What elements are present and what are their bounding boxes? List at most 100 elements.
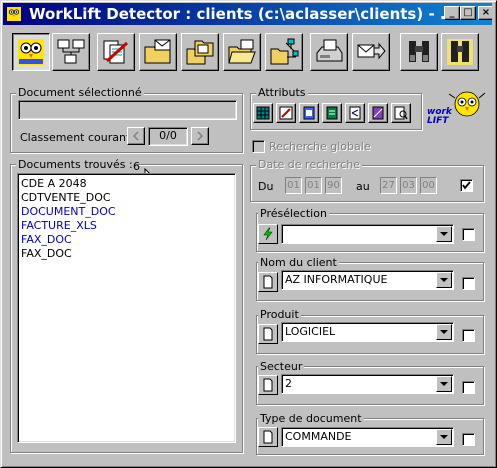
minimize-button[interactable]: _ — [444, 6, 460, 20]
product-checkbox[interactable] — [462, 329, 475, 342]
sector-checkbox[interactable] — [462, 381, 475, 394]
attribute-button[interactable] — [391, 103, 411, 123]
binoculars-icon — [409, 41, 429, 62]
owl-app-icon — [7, 7, 21, 21]
previous-button[interactable] — [127, 127, 145, 145]
attribute-button[interactable] — [253, 103, 273, 123]
found-documents-label: Documents trouvés : — [16, 158, 135, 171]
product-dropdown-button[interactable] — [436, 324, 452, 340]
classement-label: Classement courant : — [20, 131, 138, 144]
sector-doc-button[interactable] — [258, 375, 278, 395]
product-doc-button[interactable] — [258, 324, 278, 344]
document-list-item[interactable]: CDTVENTE_DOC — [21, 191, 111, 205]
chevron-down-icon — [440, 435, 448, 439]
doc-type-select[interactable]: COMMANDE — [281, 427, 454, 447]
date-from-year[interactable]: 90 — [325, 177, 342, 194]
client-name-value: AZ INFORMATIQUE — [285, 273, 388, 286]
folder-open-button[interactable] — [223, 33, 261, 71]
lightning-icon — [263, 227, 273, 241]
document-list-item[interactable]: FAX_DOC — [21, 247, 72, 261]
product-value: LOGICIEL — [285, 325, 336, 338]
document-list-item[interactable]: FACTURE_XLS — [21, 219, 97, 233]
fax-icon — [316, 39, 343, 62]
document-list-item[interactable]: FAX_DOC — [21, 233, 72, 247]
network-button[interactable] — [52, 33, 90, 71]
chevron-down-icon — [440, 278, 448, 282]
maximize-button[interactable]: □ — [460, 6, 476, 20]
worklift-brand-text: work LIFT — [427, 107, 452, 126]
folders-icon — [186, 40, 214, 65]
date-search-label: Date de recherche — [256, 158, 362, 171]
close-button[interactable]: × — [478, 6, 492, 20]
binoculars-all-icon — [447, 39, 473, 65]
sector-dropdown-button[interactable] — [436, 376, 452, 392]
document-icon — [263, 378, 273, 392]
next-button[interactable] — [191, 127, 209, 145]
chevron-down-icon — [440, 382, 448, 386]
date-to-day[interactable]: 27 — [380, 177, 397, 194]
found-documents-count: 6 — [133, 160, 140, 173]
folder-mail-icon — [144, 39, 171, 64]
doc-type-value: COMMANDE — [285, 430, 352, 443]
date-to-month[interactable]: 03 — [400, 177, 417, 194]
fax-button[interactable] — [310, 33, 348, 71]
folders-button[interactable] — [181, 33, 219, 71]
window-title: WorkLift Detector : clients (c:\aclasser… — [29, 5, 457, 23]
doc-link-icon — [349, 106, 361, 120]
documents-delete-icon — [103, 40, 129, 64]
attribute-button[interactable] — [322, 103, 342, 123]
delete-documents-button[interactable] — [97, 33, 135, 71]
right-arrow-icon — [197, 131, 204, 141]
doc-type-checkbox[interactable] — [462, 433, 475, 446]
preselection-dropdown-button[interactable] — [436, 226, 452, 242]
attribute-button[interactable] — [345, 103, 365, 123]
doc-type-label: Type de document — [258, 412, 364, 425]
title-bar[interactable]: WorkLift Detector : clients (c:\aclasser… — [3, 3, 492, 25]
client-name-dropdown-button[interactable] — [436, 272, 452, 288]
preselection-select[interactable] — [281, 224, 454, 244]
tree-export-button[interactable] — [265, 33, 303, 71]
mail-send-button[interactable] — [352, 33, 390, 71]
preselection-checkbox[interactable] — [462, 228, 475, 241]
attribute-button[interactable] — [276, 103, 296, 123]
document-list-item[interactable]: CDE A 2048 — [21, 177, 87, 191]
documents-list[interactable]: CDE A 2048 CDTVENTE_DOC DOCUMENT_DOC FAC… — [17, 173, 236, 443]
folder-open-icon — [228, 39, 256, 64]
date-to-label: au — [356, 180, 370, 193]
tools-icon — [279, 106, 293, 120]
attribute-button[interactable] — [368, 103, 388, 123]
mail-send-icon — [357, 42, 386, 60]
doc-type-doc-button[interactable] — [258, 427, 278, 447]
document-list-item[interactable]: DOCUMENT_DOC — [21, 205, 116, 219]
owl-home-button[interactable] — [12, 33, 50, 71]
date-from-month[interactable]: 01 — [305, 177, 322, 194]
classement-counter: 0/0 — [148, 127, 188, 146]
sector-select[interactable]: 2 — [281, 374, 454, 394]
client-name-label: Nom du client — [258, 256, 339, 269]
client-name-doc-button[interactable] — [258, 272, 278, 292]
search-button[interactable] — [400, 33, 438, 71]
date-from-label: Du — [258, 180, 274, 193]
network-icon — [57, 39, 85, 64]
date-to-year[interactable]: 00 — [420, 177, 437, 194]
product-label: Produit — [258, 308, 301, 321]
document-icon — [263, 275, 273, 289]
global-search-checkbox[interactable] — [252, 140, 265, 153]
search-all-button[interactable] — [441, 33, 479, 71]
client-name-checkbox[interactable] — [462, 277, 475, 290]
date-search-checkbox[interactable] — [460, 179, 473, 192]
folder-mail-button[interactable] — [139, 33, 177, 71]
tree-export-icon — [270, 38, 299, 65]
attributes-label: Attributs — [256, 86, 308, 99]
client-name-select[interactable]: AZ INFORMATIQUE — [281, 270, 454, 290]
left-arrow-icon — [132, 131, 139, 141]
sector-label: Secteur — [258, 360, 305, 373]
doc-type-dropdown-button[interactable] — [436, 429, 452, 445]
attribute-button[interactable] — [299, 103, 319, 123]
chevron-down-icon — [440, 232, 448, 236]
chevron-down-icon — [440, 330, 448, 334]
product-select[interactable]: LOGICIEL — [281, 322, 454, 342]
preselection-action-button[interactable] — [258, 224, 278, 244]
document-icon — [263, 430, 273, 444]
date-from-day[interactable]: 01 — [285, 177, 302, 194]
